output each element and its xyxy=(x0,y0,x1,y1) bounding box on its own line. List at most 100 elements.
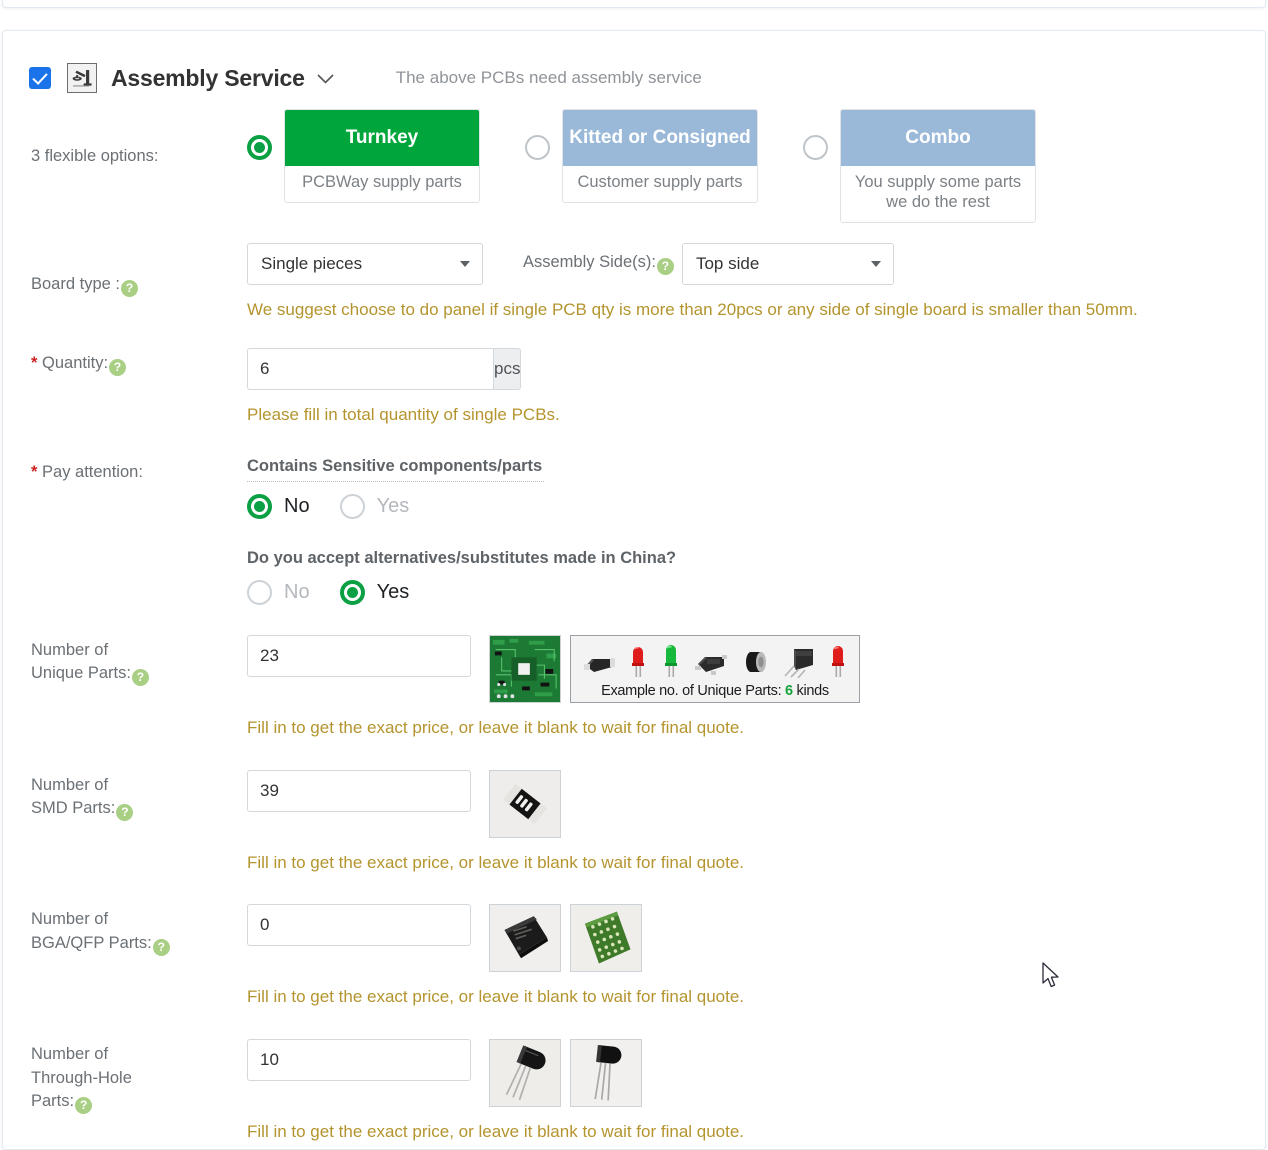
sensitive-components-no-radio[interactable] xyxy=(247,493,272,519)
alternatives-yes-label: Yes xyxy=(376,580,410,603)
help-icon-smd-parts[interactable]: ? xyxy=(116,803,134,821)
unique-parts-label-line1: Number of xyxy=(31,640,109,659)
option-combo-radio[interactable] xyxy=(803,135,828,160)
board-type-label-text: Board type : xyxy=(31,274,120,293)
assembly-sides-value: Top side xyxy=(695,254,760,274)
alternatives-yes-radio[interactable] xyxy=(339,579,365,605)
chevron-down-icon xyxy=(460,261,470,268)
unique-parts-label-line2: Unique Parts: xyxy=(31,664,131,683)
option-kitted-title: Kitted or Consigned xyxy=(563,110,757,166)
quantity-input-group[interactable]: pcs xyxy=(247,348,522,391)
example-caption-count: 6 xyxy=(785,682,793,699)
assembly-service-checkbox[interactable] xyxy=(29,67,51,89)
through-hole-thumbnails xyxy=(489,1039,651,1108)
alternatives-no-radio[interactable] xyxy=(247,579,272,605)
help-icon-through-hole-parts[interactable]: ? xyxy=(75,1096,93,1114)
option-combo-card[interactable]: Combo You supply some parts we do the re… xyxy=(840,109,1036,224)
assembly-service-note: The above PCBs need assembly service xyxy=(395,68,702,87)
assembly-sides-select[interactable]: Top side xyxy=(681,243,894,286)
sensitive-components-no[interactable]: No xyxy=(247,493,310,519)
tht-label-line3: Parts: xyxy=(31,1091,75,1110)
red-led-icon-2 xyxy=(831,645,844,677)
smd-parts-input[interactable] xyxy=(247,769,471,812)
option-combo-title: Combo xyxy=(841,110,1035,166)
help-icon-quantity[interactable]: ? xyxy=(109,359,127,377)
unique-parts-example-banner: Example no. of Unique Parts: 6 kinds xyxy=(570,634,860,703)
help-icon-unique-parts[interactable]: ? xyxy=(131,669,149,687)
quantity-row: * Quantity:? pcs Please fill in total qu… xyxy=(3,348,1265,427)
smd-diode-icon xyxy=(584,657,616,672)
sensitive-components-radio-group: No Yes xyxy=(247,493,1265,519)
option-kitted[interactable]: Kitted or Consigned Customer supply part… xyxy=(525,109,758,204)
help-icon-bga-qfp-parts[interactable]: ? xyxy=(152,938,170,956)
smd-parts-hint: Fill in to get the exact price, or leave… xyxy=(247,852,745,872)
bga-qfp-label-line2: BGA/QFP Parts: xyxy=(31,933,152,952)
option-turnkey-subtitle: PCBWay supply parts xyxy=(302,173,462,191)
sensitive-components-yes-radio[interactable] xyxy=(339,493,365,519)
unique-parts-row: Number of Unique Parts:? 23 Example no. … xyxy=(3,634,1265,740)
qfp-chip-thumbnail xyxy=(489,904,561,973)
board-type-row: Board type :? Single pieces Assembly Sid… xyxy=(3,243,1265,322)
bga-qfp-parts-label: Number of BGA/QFP Parts:? xyxy=(31,904,247,1009)
sot23-transistor-icon xyxy=(694,654,727,675)
board-type-value: Single pieces xyxy=(261,254,363,274)
bga-qfp-parts-row: Number of BGA/QFP Parts:? 0 Fill in to g… xyxy=(3,904,1265,1009)
bga-qfp-parts-input[interactable] xyxy=(247,904,471,947)
through-hole-parts-input[interactable] xyxy=(247,1039,471,1082)
smd-parts-label: Number of SMD Parts:? xyxy=(31,770,247,875)
help-icon-assembly-sides[interactable]: ? xyxy=(656,258,674,276)
pay-attention-label: * Pay attention: xyxy=(31,457,247,605)
smd-parts-label-line1: Number of xyxy=(31,775,109,794)
axial-capacitor-icon xyxy=(746,651,767,672)
example-components-strip xyxy=(571,636,859,678)
assembly-service-card: Assembly Service The above PCBs need ass… xyxy=(2,30,1266,1150)
option-turnkey-radio[interactable] xyxy=(247,135,272,160)
through-hole-parts-row: Number of Through-Hole Parts:? 10 Fill i… xyxy=(3,1039,1265,1144)
pay-attention-label-text: Pay attention: xyxy=(37,462,143,481)
alternatives-no-label: No xyxy=(284,580,310,603)
alternatives-question: Do you accept alternatives/substitutes m… xyxy=(247,548,677,567)
to92-transistor-thumbnail-2 xyxy=(570,1039,642,1108)
help-icon-board-type[interactable]: ? xyxy=(120,279,138,297)
unique-parts-label: Number of Unique Parts:? xyxy=(31,635,247,740)
assembly-sides-label-text: Assembly Side(s): xyxy=(523,253,656,272)
flexible-options-label: 3 flexible options: xyxy=(31,147,159,165)
board-type-hint: We suggest choose to do panel if single … xyxy=(247,300,1138,320)
sensitive-components-no-label: No xyxy=(284,494,310,517)
sensitive-components-yes[interactable]: Yes xyxy=(339,493,409,519)
page-title: Assembly Service xyxy=(111,64,305,91)
bga-qfp-thumbnails xyxy=(489,904,651,973)
bga-chip-thumbnail xyxy=(570,904,642,973)
sensitive-components-question: Contains Sensitive components/parts xyxy=(247,457,545,482)
quantity-label: * Quantity:? xyxy=(31,348,247,427)
chevron-down-icon[interactable] xyxy=(317,70,334,87)
quantity-input[interactable] xyxy=(247,348,493,391)
alternatives-yes[interactable]: Yes xyxy=(339,579,410,605)
previous-section-card xyxy=(2,0,1266,8)
bga-qfp-label-line1: Number of xyxy=(31,910,109,929)
green-led-icon xyxy=(664,644,677,677)
unique-parts-input[interactable] xyxy=(247,634,471,677)
to220-transistor-icon xyxy=(783,648,813,678)
option-kitted-card[interactable]: Kitted or Consigned Customer supply part… xyxy=(562,109,758,204)
tht-label-line2: Through-Hole xyxy=(31,1068,132,1087)
bga-qfp-parts-hint: Fill in to get the exact price, or leave… xyxy=(247,987,745,1007)
option-combo[interactable]: Combo You supply some parts we do the re… xyxy=(803,109,1036,224)
example-caption-suffix: kinds xyxy=(792,682,830,699)
quantity-hint: Please fill in total quantity of single … xyxy=(247,405,560,425)
alternatives-no[interactable]: No xyxy=(247,579,310,605)
option-turnkey-card[interactable]: Turnkey PCBWay supply parts xyxy=(284,109,480,204)
mouse-cursor xyxy=(1042,962,1062,995)
unique-parts-thumbnails: Example no. of Unique Parts: 6 kinds xyxy=(489,634,860,703)
option-turnkey[interactable]: Turnkey PCBWay supply parts xyxy=(247,109,480,204)
board-type-select[interactable]: Single pieces xyxy=(247,243,483,286)
assembly-sides-label: Assembly Side(s):? xyxy=(523,253,674,276)
flexible-options-group: Turnkey PCBWay supply parts Kitted or Co… xyxy=(247,109,1265,224)
smd-parts-thumbnails xyxy=(489,769,570,838)
option-kitted-radio[interactable] xyxy=(525,135,550,160)
smd-parts-label-line2: SMD Parts: xyxy=(31,798,116,817)
board-type-label: Board type :? xyxy=(31,269,247,297)
quantity-unit: pcs xyxy=(493,348,522,391)
smd-parts-row: Number of SMD Parts:? 39 Fill in to get … xyxy=(3,769,1265,875)
example-caption: Example no. of Unique Parts: 6 kinds xyxy=(571,680,859,702)
